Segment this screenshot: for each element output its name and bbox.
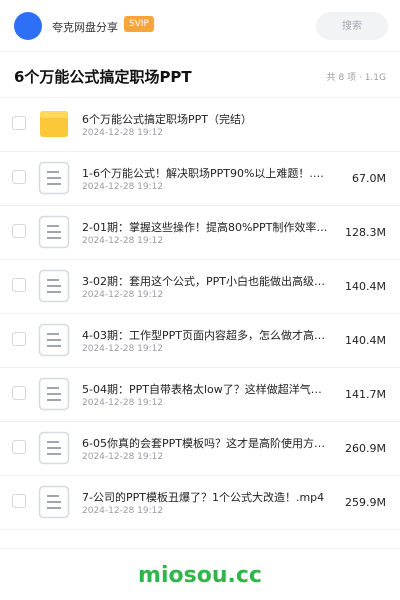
file-icon [38,215,70,249]
file-date: 2024-12-28 19:12 [82,344,164,354]
row-checkbox[interactable] [12,440,26,454]
list-item[interactable]: 2-01期：掌握这些操作！提高80%PPT制作效率！.mp4 2024-12-28… [0,206,400,260]
file-icon [38,377,70,411]
file-date: 2024-12-28 19:12 [82,506,164,516]
list-item[interactable]: 4-03期：工作型PPT页面内容超多，怎么做才高级？.mp42024-12-28… [0,314,400,368]
file-icon [38,323,70,357]
file-size: 140.4M [345,334,386,347]
file-date: 2024-12-28 19:12 [82,128,164,138]
file-name[interactable]: 6-05你真的会套PPT模板吗？这才是高阶使用方法！.mp4 [82,435,330,451]
file-icon [38,161,70,195]
file-name[interactable]: 5-04期：PPT自带表格太low了？这样做超洋气！.mp4 [82,381,330,397]
list-item[interactable]: 1-6个万能公式！解决职场PPT90%以上难题！.mp4 2024-12-28 1… [0,152,400,206]
file-list: 6个万能公式搞定职场PPT（完结） 2024-12-28 19:12 1-6个万能公… [0,98,400,530]
file-date: 2024-12-28 19:12 [82,290,164,300]
file-icon [38,431,70,465]
file-date: 2024-12-28 19:12 [82,452,164,462]
list-item[interactable]: 3-02期：套用这个公式，PPT小白也能做出高级封面！.mp42024-12-2… [0,260,400,314]
page-title: 6个万能公式搞定职场PPT [14,68,192,86]
folder-header: 6个万能公式搞定职场PPT 共 8 项 · 1.1G [0,52,400,98]
file-size: 141.7M [345,388,386,401]
watermark: miosou.cc [138,563,262,588]
file-size: 140.4M [345,280,386,293]
share-owner-name: 夸克网盘分享 [52,21,118,34]
file-name[interactable]: 3-02期：套用这个公式，PPT小白也能做出高级封面！.mp4 [82,273,330,289]
file-date: 2024-12-28 19:12 [82,182,164,192]
file-name[interactable]: 6个万能公式搞定职场PPT（完结） [82,111,330,127]
file-size: 259.9M [345,496,386,509]
file-icon [38,485,70,519]
file-name[interactable]: 4-03期：工作型PPT页面内容超多，怎么做才高级？.mp4 [82,327,330,343]
file-icon [38,269,70,303]
top-bar: 夸克网盘分享 SVIP [0,0,400,52]
folder-icon [38,107,70,141]
list-item[interactable]: 6个万能公式搞定职场PPT（完结） 2024-12-28 19:12 [0,98,400,152]
svip-badge: SVIP [124,16,154,32]
file-name[interactable]: 1-6个万能公式！解决职场PPT90%以上难题！.mp4 [82,165,330,181]
file-size: 128.3M [345,226,386,239]
file-date: 2024-12-28 19:12 [82,398,164,408]
list-item[interactable]: 7-公司的PPT模板丑爆了？1个公式大改造！.mp4 2024-12-28 19:… [0,476,400,530]
file-name[interactable]: 2-01期：掌握这些操作！提高80%PPT制作效率！.mp4 [82,219,330,235]
file-name[interactable]: 7-公司的PPT模板丑爆了？1个公式大改造！.mp4 [82,489,330,505]
row-checkbox[interactable] [12,224,26,238]
file-size: 67.0M [352,172,386,185]
file-size: 260.9M [345,442,386,455]
row-checkbox[interactable] [12,332,26,346]
list-item[interactable]: 5-04期：PPT自带表格太low了？这样做超洋气！.mp4 2024-12-28… [0,368,400,422]
row-checkbox[interactable] [12,278,26,292]
file-date: 2024-12-28 19:12 [82,236,164,246]
row-checkbox[interactable] [12,116,26,130]
row-checkbox[interactable] [12,170,26,184]
folder-meta: 共 8 项 · 1.1G [326,73,386,83]
list-item[interactable]: 6-05你真的会套PPT模板吗？这才是高阶使用方法！.mp42024-12-28… [0,422,400,476]
footer: miosou.cc [0,548,400,600]
row-checkbox[interactable] [12,494,26,508]
row-checkbox[interactable] [12,386,26,400]
avatar[interactable] [14,12,42,40]
search-input[interactable] [316,12,388,40]
